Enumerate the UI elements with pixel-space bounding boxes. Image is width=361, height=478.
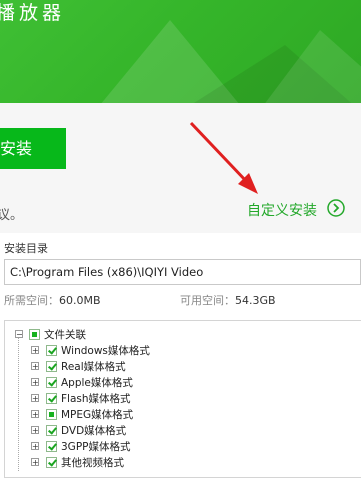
checkbox[interactable]: [46, 441, 57, 452]
expand-icon[interactable]: +: [31, 442, 39, 451]
tree-item-label: MPEG媒体格式: [61, 409, 134, 421]
install-directory-label: 安装目录: [4, 242, 48, 255]
app-title: 播放器: [0, 2, 66, 24]
checkbox[interactable]: [46, 377, 57, 388]
required-space-value: 60.0MB: [59, 294, 101, 307]
checkbox[interactable]: [46, 457, 57, 468]
tree-item-label: DVD媒体格式: [61, 425, 127, 437]
tree-item-label: Flash媒体格式: [61, 393, 131, 405]
banner-decoration: [260, 30, 361, 103]
checkbox[interactable]: [46, 361, 57, 372]
install-path-input[interactable]: [4, 259, 361, 285]
required-space: 所需空间：60.0MB: [4, 292, 101, 308]
tree-item-label: Apple媒体格式: [61, 377, 133, 389]
checkbox[interactable]: [46, 393, 57, 404]
expand-icon[interactable]: +: [31, 394, 39, 403]
available-space: 可用空间：54.3GB: [180, 292, 276, 308]
expand-icon[interactable]: +: [31, 346, 39, 355]
agreement-text: 议。: [0, 208, 24, 223]
checkbox[interactable]: [29, 329, 40, 340]
tree-item-label: Windows媒体格式: [61, 345, 150, 357]
tree-item-label: 3GPP媒体格式: [61, 441, 131, 453]
available-space-label: 可用空间：: [180, 294, 235, 307]
chevron-right-circle-icon[interactable]: [327, 199, 345, 217]
required-space-label: 所需空间：: [4, 294, 59, 307]
expand-icon[interactable]: +: [31, 362, 39, 371]
tree-item-label: 其他视频格式: [61, 457, 124, 469]
install-button[interactable]: 安装: [0, 128, 66, 169]
custom-install-link[interactable]: 自定义安装: [247, 200, 317, 220]
annotation-arrow-icon: [189, 121, 258, 194]
collapse-icon[interactable]: −: [15, 330, 23, 339]
expand-icon[interactable]: +: [31, 378, 39, 387]
expand-icon[interactable]: +: [31, 458, 39, 467]
tree-item-label: Real媒体格式: [61, 361, 126, 373]
checkbox[interactable]: [46, 345, 57, 356]
checkbox[interactable]: [46, 425, 57, 436]
available-space-value: 54.3GB: [235, 294, 276, 307]
tree-connector: [18, 337, 19, 471]
checkbox[interactable]: [46, 409, 57, 420]
header-banner: 播放器: [0, 0, 361, 103]
file-association-tree: − 文件关联 + Windows媒体格式 + Real媒体格式 + Apple媒…: [4, 320, 361, 478]
expand-icon[interactable]: +: [31, 426, 39, 435]
tree-root-label: 文件关联: [44, 329, 86, 341]
expand-icon[interactable]: +: [31, 410, 39, 419]
